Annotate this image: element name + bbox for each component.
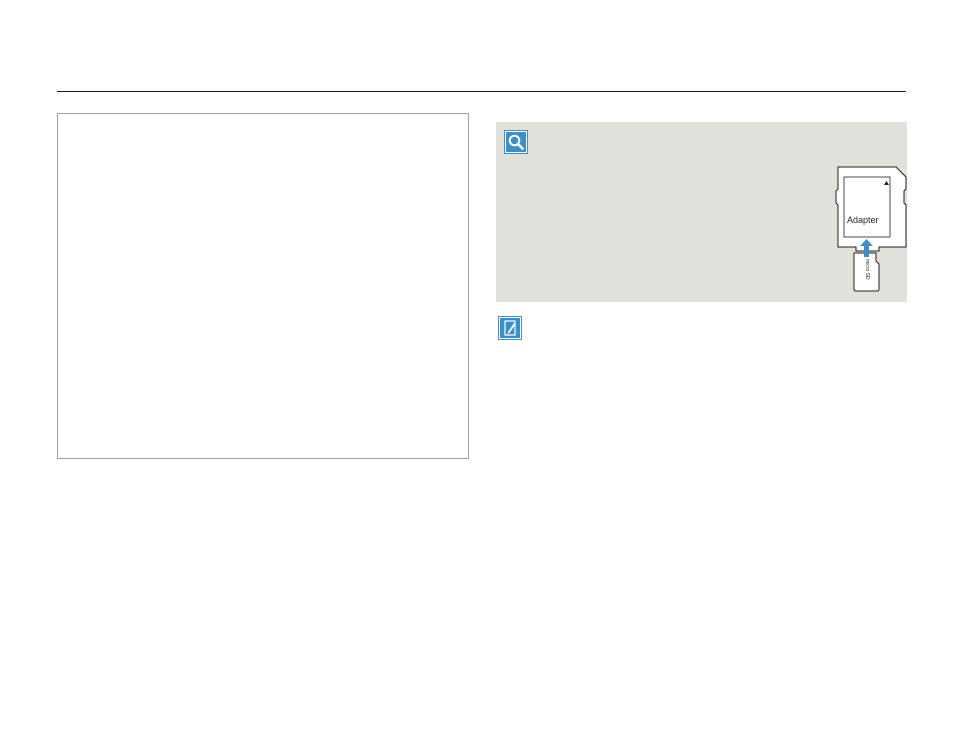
content-frame	[57, 113, 469, 459]
sd-adapter-icon: Adapter	[835, 166, 907, 252]
header-divider	[57, 91, 906, 92]
note-pencil-icon	[498, 316, 522, 340]
microsd-adapter-illustration: Adapter micro SD	[835, 166, 907, 292]
search-icon	[504, 130, 528, 154]
adapter-label: Adapter	[847, 215, 879, 225]
microsd-card-text: micro SD	[864, 259, 870, 280]
info-panel: Adapter micro SD	[496, 122, 907, 302]
microsd-card-icon: micro SD	[853, 252, 880, 292]
